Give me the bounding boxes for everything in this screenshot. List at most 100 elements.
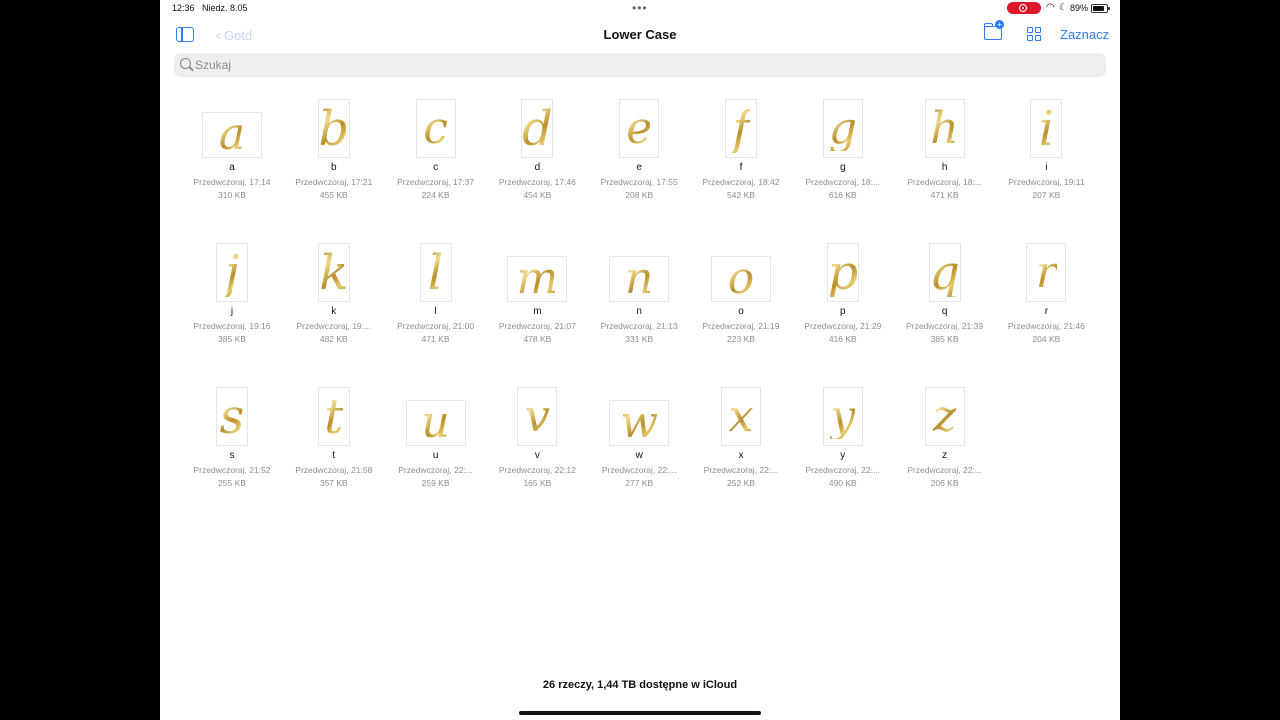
new-folder-icon[interactable] <box>984 20 1004 40</box>
file-thumbnail[interactable]: v <box>517 387 558 446</box>
file-item[interactable]: a a Przedwczoraj, 17:14 310 KB <box>187 99 277 209</box>
file-thumbnail[interactable]: p <box>826 243 859 302</box>
file-thumbnail[interactable]: h <box>924 99 965 158</box>
file-item[interactable]: p p Przedwczoraj, 21:29 416 KB <box>798 243 888 353</box>
file-modified: Przedwczoraj, 19:... <box>296 321 372 331</box>
file-thumbnail[interactable]: u <box>405 400 466 446</box>
file-thumbnail[interactable]: m <box>507 256 568 302</box>
file-thumbnail[interactable]: r <box>1026 243 1067 302</box>
letter-glyph: f <box>732 100 750 157</box>
file-modified: Przedwczoraj, 21:58 <box>295 465 373 475</box>
file-thumbnail[interactable]: c <box>415 99 456 158</box>
file-item[interactable]: q q Przedwczoraj, 21:39 385 KB <box>900 243 990 353</box>
file-item[interactable]: t t Przedwczoraj, 21:58 357 KB <box>289 387 379 497</box>
file-name: i <box>1045 162 1048 173</box>
file-thumbnail[interactable]: a <box>202 112 262 158</box>
record-icon[interactable] <box>1007 2 1041 14</box>
file-item[interactable]: x x Przedwczoraj, 22:... 252 KB <box>696 387 786 497</box>
file-item[interactable]: r r Przedwczoraj, 21:46 204 KB <box>1001 243 1091 353</box>
file-item[interactable]: f f Przedwczoraj, 18:42 542 KB <box>696 99 786 209</box>
moon-icon: ☾ <box>1059 2 1068 12</box>
file-thumbnail[interactable]: t <box>317 387 350 446</box>
file-size: 385 KB <box>218 334 246 344</box>
file-item[interactable]: y y Przedwczoraj, 22:... 490 KB <box>798 387 888 497</box>
file-name: t <box>332 450 336 461</box>
file-item[interactable]: c c Przedwczoraj, 17:37 224 KB <box>391 99 481 209</box>
file-size: 471 KB <box>421 334 450 344</box>
file-thumbnail[interactable]: e <box>619 99 660 158</box>
battery-percent: 89% <box>1070 3 1089 13</box>
grid-view-icon[interactable] <box>1027 27 1041 41</box>
search-input[interactable] <box>195 56 1075 74</box>
letter-glyph: e <box>626 102 653 154</box>
file-thumbnail[interactable]: x <box>721 387 761 446</box>
file-item[interactable]: j j Przedwczoraj, 19:16 385 KB <box>187 243 277 353</box>
file-size: 255 KB <box>218 478 246 488</box>
file-item[interactable]: s s Przedwczoraj, 21:52 255 KB <box>187 387 277 497</box>
file-name: z <box>942 450 948 461</box>
file-item[interactable]: w w Przedwczoraj, 22:... 277 KB <box>594 387 684 497</box>
letter-glyph: i <box>1038 100 1055 157</box>
file-thumbnail[interactable]: j <box>216 243 248 302</box>
file-name: e <box>636 162 642 173</box>
file-size: 455 KB <box>319 190 348 200</box>
file-thumbnail[interactable]: n <box>609 256 670 302</box>
file-thumbnail[interactable]: s <box>216 387 248 446</box>
file-thumbnail[interactable]: q <box>928 243 961 302</box>
file-item[interactable]: k k Przedwczoraj, 19:... 482 KB <box>289 243 379 353</box>
file-size: 252 KB <box>727 478 755 488</box>
file-modified: Przedwczoraj, 21:39 <box>906 321 984 331</box>
file-name: q <box>941 306 948 317</box>
file-item[interactable]: m m Przedwczoraj, 21:07 478 KB <box>492 243 582 353</box>
file-size: 616 KB <box>828 190 857 200</box>
file-item[interactable]: l l Przedwczoraj, 21:00 471 KB <box>391 243 481 353</box>
file-modified: Przedwczoraj, 22:... <box>398 465 473 475</box>
file-item[interactable]: g g Przedwczoraj, 18:... 616 KB <box>798 99 888 209</box>
file-modified: Przedwczoraj, 22:... <box>703 465 779 475</box>
file-thumbnail[interactable]: b <box>317 99 350 158</box>
file-thumbnail[interactable]: g <box>822 99 863 158</box>
letter-glyph: n <box>625 256 654 302</box>
home-indicator[interactable] <box>519 711 761 715</box>
file-thumbnail[interactable]: w <box>609 400 670 446</box>
status-time: 12:36 <box>172 3 195 13</box>
file-item[interactable]: e e Przedwczoraj, 17:55 208 KB <box>594 99 684 209</box>
file-modified: Przedwczoraj, 17:37 <box>397 177 475 187</box>
status-date: Niedz. 8.05 <box>202 3 248 13</box>
search-bar[interactable] <box>174 53 1106 77</box>
file-item[interactable]: v v Przedwczoraj, 22:12 165 KB <box>492 387 582 497</box>
file-modified: Przedwczoraj, 21:19 <box>702 321 780 331</box>
file-thumbnail[interactable]: l <box>419 243 452 302</box>
letter-glyph: j <box>224 244 240 301</box>
file-thumbnail[interactable]: i <box>1030 99 1063 158</box>
file-size: 542 KB <box>727 190 755 200</box>
file-size: 385 KB <box>930 334 959 344</box>
file-item[interactable]: u u Przedwczoraj, 22:... 259 KB <box>391 387 481 497</box>
letter-glyph: x <box>728 390 754 442</box>
file-thumbnail[interactable]: o <box>711 256 771 302</box>
file-name: w <box>635 450 643 461</box>
file-item[interactable]: h h Przedwczoraj, 18:... 471 KB <box>900 99 990 209</box>
letter-glyph: y <box>830 390 856 442</box>
file-thumbnail[interactable]: z <box>924 387 965 446</box>
file-size: 416 KB <box>828 334 857 344</box>
file-item[interactable]: z z Przedwczoraj, 22:... 206 KB <box>900 387 990 497</box>
file-modified: Przedwczoraj, 21:07 <box>498 321 576 331</box>
file-name: o <box>738 306 744 317</box>
file-item[interactable]: b b Przedwczoraj, 17:21 455 KB <box>289 99 379 209</box>
file-item[interactable]: d d Przedwczoraj, 17:46 454 KB <box>492 99 582 209</box>
file-modified: Przedwczoraj, 22:... <box>601 465 677 475</box>
select-button[interactable]: Zaznacz <box>1060 27 1109 42</box>
file-name: p <box>840 306 846 317</box>
file-thumbnail[interactable]: f <box>725 99 757 158</box>
file-thumbnail[interactable]: y <box>822 387 863 446</box>
file-item[interactable]: n n Przedwczoraj, 21:13 331 KB <box>594 243 684 353</box>
file-thumbnail[interactable]: k <box>317 243 350 302</box>
file-item[interactable]: i i Przedwczoraj, 19:11 207 KB <box>1001 99 1091 209</box>
file-thumbnail[interactable]: d <box>521 99 554 158</box>
multitasking-dots[interactable]: ••• <box>632 1 648 15</box>
file-name: c <box>433 162 439 173</box>
file-size: 206 KB <box>930 478 959 488</box>
file-item[interactable]: o o Przedwczoraj, 21:19 223 KB <box>696 243 786 353</box>
file-size: 207 KB <box>1032 190 1061 200</box>
